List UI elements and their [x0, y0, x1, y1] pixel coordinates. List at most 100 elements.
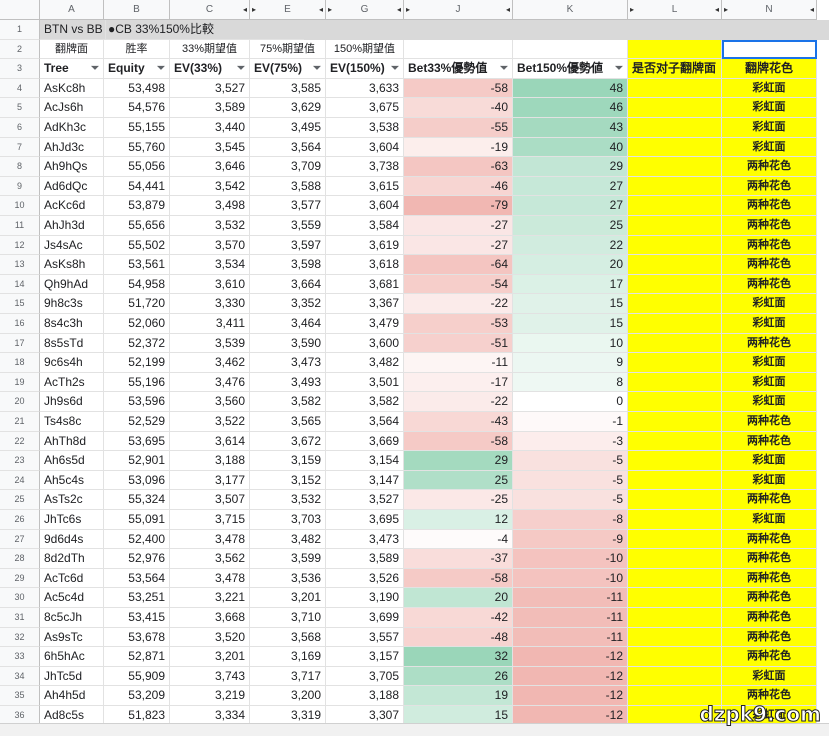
table-cell-k[interactable]: -12	[513, 686, 628, 706]
table-cell-e[interactable]: 3,590	[250, 333, 326, 354]
column-header-j[interactable]: J ▸ ◂	[404, 0, 513, 20]
table-cell-a[interactable]: AhJd3c	[40, 137, 104, 158]
expand-arrow-icon[interactable]: ▸	[630, 0, 634, 20]
table-cell-l[interactable]	[628, 118, 722, 138]
table-cell-n[interactable]: 两种花色	[722, 176, 817, 197]
table-cell-n[interactable]: 彩虹面	[722, 372, 817, 393]
table-cell-e[interactable]: 3,577	[250, 196, 326, 216]
table-cell-g[interactable]: 3,633	[326, 78, 404, 99]
row-header[interactable]: 16	[0, 314, 40, 334]
table-cell-e[interactable]: 3,703	[250, 510, 326, 530]
table-cell-j[interactable]: 19	[404, 686, 513, 706]
table-cell-c[interactable]: 3,534	[170, 255, 250, 275]
table-cell-c[interactable]: 3,520	[170, 627, 250, 648]
table-cell-a[interactable]: Jh9s6d	[40, 392, 104, 412]
table-cell-c[interactable]: 3,522	[170, 412, 250, 432]
header-l[interactable]: 是否对子翻牌面	[628, 59, 722, 79]
row-header[interactable]: 15	[0, 294, 40, 314]
table-cell-n[interactable]: 两种花色	[722, 255, 817, 275]
table-cell-n[interactable]: 彩虹面	[722, 666, 817, 687]
table-cell-n[interactable]: 两种花色	[722, 274, 817, 295]
table-cell-a[interactable]: As9sTc	[40, 627, 104, 648]
table-cell-e[interactable]: 3,493	[250, 372, 326, 393]
table-cell-j[interactable]: -58	[404, 431, 513, 452]
table-cell-b[interactable]: 52,400	[104, 529, 170, 550]
table-cell-a[interactable]: 8s5sTd	[40, 333, 104, 354]
table-cell-n[interactable]: 两种花色	[722, 647, 817, 667]
table-cell-a[interactable]: 8d2dTh	[40, 549, 104, 569]
table-cell-g[interactable]: 3,557	[326, 627, 404, 648]
table-cell-e[interactable]: 3,464	[250, 314, 326, 334]
column-header-k[interactable]: K	[513, 0, 628, 20]
header-a[interactable]: Tree ⏷	[40, 59, 104, 79]
table-cell-j[interactable]: 20	[404, 588, 513, 608]
table-cell-e[interactable]: 3,629	[250, 98, 326, 118]
table-cell-j[interactable]: -19	[404, 137, 513, 158]
column-header-a[interactable]: A	[40, 0, 104, 20]
filter-icon[interactable]: ⏷	[157, 59, 165, 78]
table-cell-g[interactable]: 3,147	[326, 470, 404, 491]
table-cell-c[interactable]: 3,527	[170, 78, 250, 99]
table-cell-k[interactable]: -1	[513, 412, 628, 432]
table-cell-n[interactable]: 彩虹面	[722, 118, 817, 138]
table-cell-k[interactable]: 46	[513, 98, 628, 118]
table-cell-b[interactable]: 55,760	[104, 137, 170, 158]
table-cell-a[interactable]: JhTc5d	[40, 666, 104, 687]
row-header[interactable]: 19	[0, 372, 40, 393]
row-header[interactable]: 27	[0, 529, 40, 550]
table-cell-e[interactable]: 3,536	[250, 568, 326, 589]
table-cell-g[interactable]: 3,618	[326, 255, 404, 275]
table-cell-g[interactable]: 3,538	[326, 118, 404, 138]
table-cell-g[interactable]: 3,473	[326, 529, 404, 550]
row-header[interactable]: 14	[0, 274, 40, 295]
table-cell-a[interactable]: AcTc6d	[40, 568, 104, 589]
table-cell-k[interactable]: 22	[513, 235, 628, 256]
row-header[interactable]: 4	[0, 78, 40, 99]
table-cell-e[interactable]: 3,495	[250, 118, 326, 138]
table-cell-l[interactable]	[628, 588, 722, 608]
table-cell-b[interactable]: 52,372	[104, 333, 170, 354]
table-cell-b[interactable]: 52,529	[104, 412, 170, 432]
table-cell-b[interactable]: 55,656	[104, 216, 170, 236]
table-cell-l[interactable]	[628, 176, 722, 197]
row-header[interactable]: 7	[0, 137, 40, 158]
table-cell-n[interactable]: 两种花色	[722, 549, 817, 569]
filter-icon[interactable]: ⏷	[91, 59, 99, 78]
table-cell-g[interactable]: 3,600	[326, 333, 404, 354]
table-cell-n[interactable]: 彩虹面	[722, 451, 817, 471]
table-cell-n[interactable]: 彩虹面	[722, 510, 817, 530]
table-cell-e[interactable]: 3,672	[250, 431, 326, 452]
row-header[interactable]: 31	[0, 608, 40, 628]
table-cell-e[interactable]: 3,597	[250, 235, 326, 256]
collapse-arrow-icon[interactable]: ◂	[810, 0, 814, 20]
table-cell-g[interactable]: 3,604	[326, 137, 404, 158]
table-cell-a[interactable]: AcJs6h	[40, 98, 104, 118]
header-j[interactable]: Bet33%優勢值 ⏷	[404, 59, 513, 79]
filter-icon[interactable]: ⏷	[237, 59, 245, 78]
table-cell-j[interactable]: 12	[404, 510, 513, 530]
table-cell-b[interactable]: 53,695	[104, 431, 170, 452]
table-cell-n[interactable]: 两种花色	[722, 196, 817, 216]
table-cell-e[interactable]: 3,664	[250, 274, 326, 295]
table-cell-l[interactable]	[628, 392, 722, 412]
row-header[interactable]: 2	[0, 39, 40, 60]
table-cell-b[interactable]: 55,324	[104, 490, 170, 510]
expand-arrow-icon[interactable]: ▸	[724, 0, 728, 20]
table-cell-a[interactable]: JhTc6s	[40, 510, 104, 530]
table-cell-e[interactable]: 3,717	[250, 666, 326, 687]
table-cell-k[interactable]: -8	[513, 510, 628, 530]
table-cell-l[interactable]	[628, 549, 722, 569]
table-cell-j[interactable]: -46	[404, 176, 513, 197]
filter-icon[interactable]: ⏷	[615, 59, 623, 78]
table-cell-j[interactable]: -64	[404, 255, 513, 275]
table-cell-a[interactable]: 9d6d4s	[40, 529, 104, 550]
collapse-arrow-icon[interactable]: ◂	[319, 0, 323, 20]
table-cell-k[interactable]: -5	[513, 470, 628, 491]
table-cell-a[interactable]: AcTh2s	[40, 372, 104, 393]
table-cell-c[interactable]: 3,188	[170, 451, 250, 471]
table-cell-g[interactable]: 3,669	[326, 431, 404, 452]
table-cell-e[interactable]: 3,482	[250, 529, 326, 550]
table-cell-g[interactable]: 3,589	[326, 549, 404, 569]
table-cell-b[interactable]: 53,498	[104, 78, 170, 99]
table-cell-b[interactable]: 55,091	[104, 510, 170, 530]
